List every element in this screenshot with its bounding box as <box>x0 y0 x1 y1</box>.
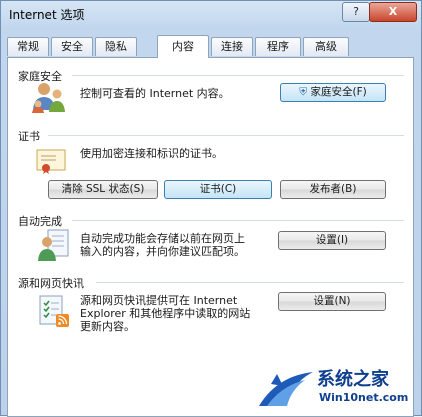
feeds-icon <box>39 295 69 327</box>
internet-options-window: Internet 选项 ? X 常规 安全 隐私 内容 连接 程序 高级 家庭安… <box>0 0 422 417</box>
feeds-description-line-1: 源和网页快讯提供可在 Internet <box>80 294 238 307</box>
tab-privacy[interactable]: 隐私 <box>95 37 137 56</box>
certificate-icon <box>36 149 66 174</box>
divider <box>48 135 404 136</box>
family-safety-description: 控制可查看的 Internet 内容。 <box>80 87 230 100</box>
shield-icon: ⛨ <box>299 86 308 98</box>
family-safety-icon <box>32 83 65 113</box>
certificates-heading: 证书 <box>18 130 40 143</box>
feeds-settings-button[interactable]: 设置(N) <box>278 292 386 311</box>
content-tab-panel: 家庭安全 控制可查看的 Internet 内容。 ⛨ 家庭安全(F) 证书 使用… <box>7 57 414 417</box>
certificates-description: 使用加密连接和标识的证书。 <box>80 147 223 160</box>
close-button[interactable]: X <box>369 2 417 22</box>
family-safety-button[interactable]: ⛨ 家庭安全(F) <box>280 83 386 102</box>
feeds-heading: 源和网页快讯 <box>18 277 84 290</box>
watermark-url: Win10net.com <box>319 391 409 404</box>
feeds-description-line-3: 更新内容。 <box>80 320 135 333</box>
help-button[interactable]: ? <box>342 2 370 22</box>
autocomplete-settings-button[interactable]: 设置(I) <box>278 231 386 250</box>
clear-ssl-state-button[interactable]: 清除 SSL 状态(S) <box>48 180 158 199</box>
autocomplete-description-line-1: 自动完成功能会存储以前在网页上 <box>80 232 245 245</box>
tab-strip: 常规 安全 隐私 内容 连接 程序 高级 <box>7 35 417 58</box>
divider <box>72 220 404 221</box>
tab-programs[interactable]: 程序 <box>255 37 301 56</box>
feeds-description-line-2: Explorer 和其他程序中读取的网站 <box>80 307 251 320</box>
tab-content[interactable]: 内容 <box>157 35 209 58</box>
certificates-button[interactable]: 证书(C) <box>164 180 272 199</box>
tab-general[interactable]: 常规 <box>7 37 49 56</box>
title-bar: Internet 选项 ? X <box>1 1 421 27</box>
divider <box>96 282 404 283</box>
watermark-logo-icon <box>259 372 313 406</box>
autocomplete-description-line-2: 输入的内容，并向你建议匹配项。 <box>80 245 245 258</box>
autocomplete-icon <box>38 229 69 261</box>
tab-connections[interactable]: 连接 <box>211 37 253 56</box>
divider <box>72 75 404 76</box>
tab-advanced[interactable]: 高级 <box>303 37 349 56</box>
window-title: Internet 选项 <box>9 8 85 22</box>
family-safety-button-label: 家庭安全(F) <box>310 86 367 98</box>
tab-security[interactable]: 安全 <box>51 37 93 56</box>
publishers-button[interactable]: 发布者(B) <box>280 180 386 199</box>
watermark-title: 系统之家 <box>317 369 389 390</box>
autocomplete-heading: 自动完成 <box>18 215 62 228</box>
